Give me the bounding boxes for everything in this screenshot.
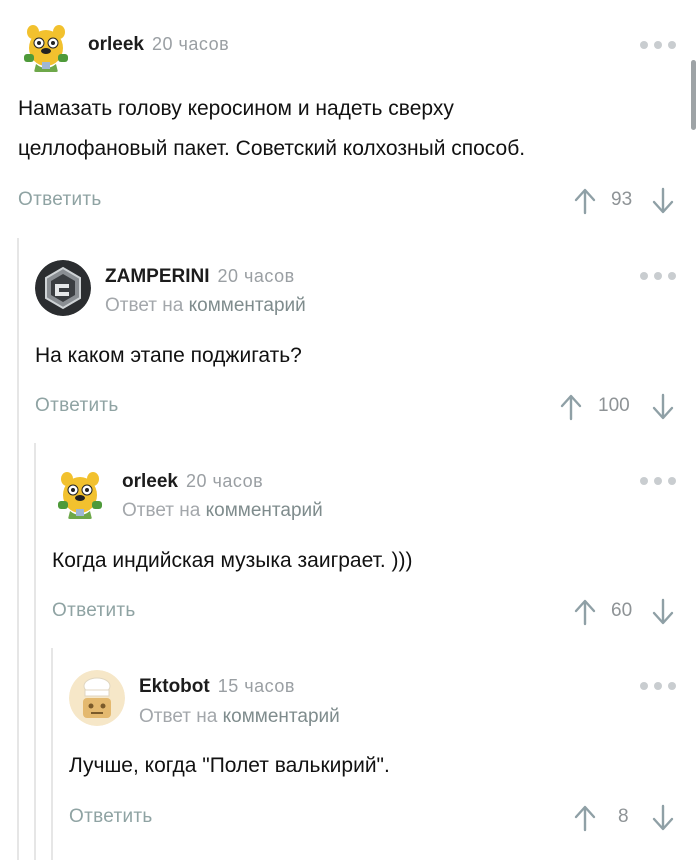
vote-count: 100: [598, 395, 630, 416]
vote-count: 60: [611, 600, 633, 621]
comment-text: Когда индийская музыка заиграет. ))): [52, 549, 413, 572]
vote-count: 8: [618, 806, 629, 827]
reply-to-link[interactable]: комментарий: [223, 706, 340, 727]
comment-time: 15 часов: [217, 676, 295, 696]
upvote-icon[interactable]: [558, 393, 584, 421]
more-options-icon[interactable]: [640, 40, 676, 50]
metal-logo-avatar[interactable]: [35, 260, 91, 316]
reply-button[interactable]: Ответить: [35, 395, 119, 417]
reply-to-link[interactable]: комментарий: [189, 295, 306, 316]
comment-text: Намазать голову керосином и надеть сверх…: [18, 97, 526, 160]
comment-author[interactable]: orleek 20 часов: [122, 471, 263, 493]
thread-line-level-1: [17, 238, 19, 860]
thread-line-level-2: [34, 443, 36, 860]
downvote-icon[interactable]: [650, 187, 676, 215]
more-options-icon[interactable]: [640, 476, 676, 486]
upvote-icon[interactable]: [572, 804, 598, 832]
more-options-icon[interactable]: [640, 271, 676, 281]
reply-to-label: Ответ на комментарий: [139, 706, 340, 727]
comment-author[interactable]: orleek 20 часов: [88, 34, 229, 56]
reply-to-link[interactable]: комментарий: [206, 500, 323, 521]
comment-author[interactable]: ZAMPERINI 20 часов: [105, 266, 295, 288]
reply-button[interactable]: Ответить: [18, 189, 102, 211]
more-options-icon[interactable]: [640, 681, 676, 691]
reply-to-label: Ответ на комментарий: [122, 500, 323, 521]
downvote-icon[interactable]: [650, 804, 676, 832]
comment-time: 20 часов: [185, 471, 264, 491]
reply-to-label: Ответ на комментарий: [105, 295, 306, 316]
thread-line-level-3: [51, 648, 53, 860]
scrollbar[interactable]: [691, 60, 696, 130]
jake-dog-avatar[interactable]: [52, 465, 108, 521]
robot-chef-avatar[interactable]: [69, 670, 125, 726]
vote-count: 93: [611, 189, 633, 210]
reply-button[interactable]: Ответить: [52, 600, 136, 622]
comment-time: 20 часов: [151, 34, 230, 54]
downvote-icon[interactable]: [650, 393, 676, 421]
upvote-icon[interactable]: [572, 598, 598, 626]
reply-button[interactable]: Ответить: [69, 806, 153, 828]
comment-text: Лучше, когда "Полет валькирий".: [69, 754, 390, 777]
comment-time: 20 часов: [217, 266, 295, 286]
comment-author[interactable]: Ektobot 15 часов: [139, 676, 295, 698]
comment-text: На каком этапе поджигать?: [35, 344, 302, 367]
downvote-icon[interactable]: [650, 598, 676, 626]
upvote-icon[interactable]: [572, 187, 598, 215]
jake-dog-avatar[interactable]: [18, 18, 74, 74]
